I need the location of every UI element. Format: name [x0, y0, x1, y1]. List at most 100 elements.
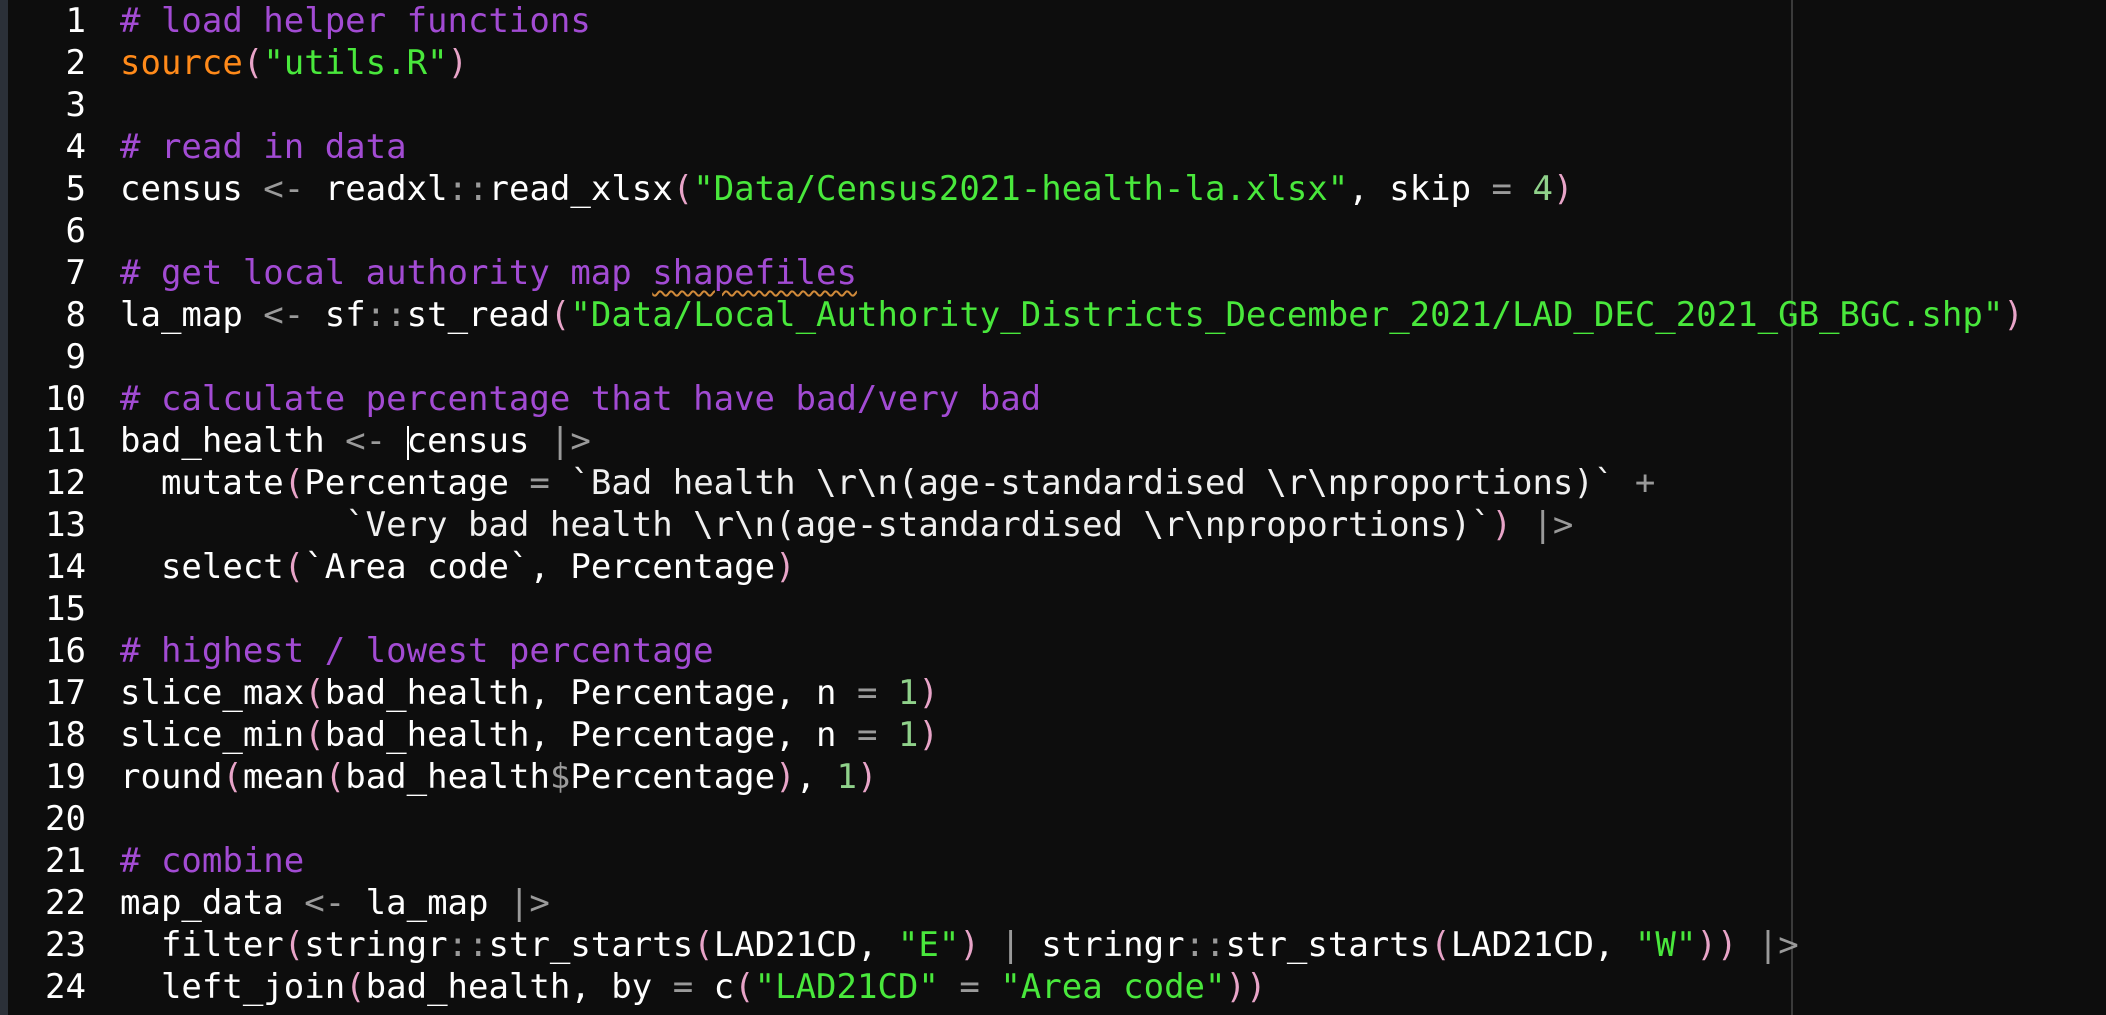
code-line[interactable]: 14 select(`Area code`, Percentage) [0, 546, 2106, 588]
code-text[interactable]: source("utils.R") [120, 42, 468, 84]
pipe-operator: |> [1757, 925, 1799, 965]
paren: ( [283, 463, 305, 503]
plus-operator: + [1634, 463, 1656, 503]
equals-operator: = [672, 967, 694, 1007]
code-text[interactable]: `Very bad health \r\n(age-standardised \… [120, 504, 1573, 546]
identifier: census [406, 421, 550, 461]
function-call: mutate [120, 463, 284, 503]
code-line[interactable]: 3 [0, 84, 2106, 126]
code-text[interactable]: # load helper functions [120, 0, 591, 42]
line-number: 3 [65, 85, 86, 125]
code-line[interactable]: 9 [0, 336, 2106, 378]
paren: ( [734, 967, 755, 1007]
code-editor[interactable]: 1 # load helper functions 2 source("util… [0, 0, 2106, 1015]
code-line[interactable]: 5 census <- readxl::read_xlsx("Data/Cens… [0, 168, 2106, 210]
code-line[interactable]: 21 # combine [0, 840, 2106, 882]
paren: ( [693, 925, 714, 965]
assign-operator: <- [345, 421, 387, 461]
code-text[interactable]: la_map <- sf::st_read("Data/Local_Author… [120, 294, 2024, 336]
identifier: census [120, 169, 264, 209]
pipe-operator: |> [508, 883, 550, 923]
code-text[interactable]: # highest / lowest percentage [120, 630, 714, 672]
number-literal: 1 [897, 715, 919, 755]
code-line[interactable]: 7 # get local authority map shapefiles [0, 252, 2106, 294]
code-line[interactable]: 2 source("utils.R") [0, 42, 2106, 84]
code-line[interactable]: 19 round(mean(bad_health$Percentage), 1) [0, 756, 2106, 798]
code-text[interactable]: # combine [120, 840, 304, 882]
line-number: 16 [45, 631, 86, 671]
code-line[interactable]: 1 # load helper functions [0, 0, 2106, 42]
paren: ( [304, 715, 325, 755]
code-text[interactable]: map_data <- la_map |> [120, 882, 550, 924]
paren: )) [1225, 967, 1267, 1007]
code-text[interactable]: select(`Area code`, Percentage) [120, 546, 796, 588]
string-literal: "Data/Census2021-health-la.xlsx" [693, 169, 1349, 209]
number-literal: 1 [897, 673, 919, 713]
code-line[interactable]: 17 slice_max(bad_health, Percentage, n =… [0, 672, 2106, 714]
code-line[interactable]: 13 `Very bad health \r\n(age-standardise… [0, 504, 2106, 546]
assign-operator: <- [304, 883, 346, 923]
code-line[interactable]: 22 map_data <- la_map |> [0, 882, 2106, 924]
identifier: , [795, 757, 837, 797]
code-text[interactable]: filter(stringr::str_starts(LAD21CD, "E")… [120, 924, 1799, 966]
number-literal: 1 [836, 757, 858, 797]
line-number: 12 [45, 463, 86, 503]
identifier: Percentage [570, 757, 776, 797]
line-number: 5 [65, 169, 86, 209]
comment: # read in data [120, 127, 407, 167]
code-text[interactable]: round(mean(bad_health$Percentage), 1) [120, 756, 878, 798]
function-call: source [120, 43, 243, 83]
function-call: slice_min [120, 715, 305, 755]
paren: ( [222, 757, 243, 797]
equals-operator: = [959, 967, 980, 1007]
code-line[interactable]: 18 slice_min(bad_health, Percentage, n =… [0, 714, 2106, 756]
code-line[interactable]: 4 # read in data [0, 126, 2106, 168]
code-text[interactable]: # get local authority map shapefiles [120, 252, 857, 294]
code-text[interactable]: # calculate percentage that have bad/ver… [120, 378, 1041, 420]
code-text[interactable]: left_join(bad_health, by = c("LAD21CD" =… [120, 966, 1267, 1008]
equals-operator: = [856, 715, 878, 755]
line-number: 19 [45, 757, 86, 797]
code-line[interactable]: 10 # calculate percentage that have bad/… [0, 378, 2106, 420]
code-text[interactable]: # read in data [120, 126, 407, 168]
function-call: slice_max [120, 673, 305, 713]
backtick-name: `Bad health \r\n(age-standardised \r\npr… [549, 463, 1635, 503]
code-line[interactable]: 15 [0, 588, 2106, 630]
identifier: la_map [120, 295, 264, 335]
code-line[interactable]: 6 [0, 210, 2106, 252]
code-text[interactable]: slice_min(bad_health, Percentage, n = 1) [120, 714, 939, 756]
code-line[interactable]: 20 [0, 798, 2106, 840]
function-call: filter [120, 925, 284, 965]
string-literal: "Area code" [1000, 967, 1226, 1007]
paren: ) [918, 673, 939, 713]
code-text[interactable]: mutate(Percentage = `Bad health \r\n(age… [120, 462, 1655, 504]
code-line[interactable]: 23 filter(stringr::str_starts(LAD21CD, "… [0, 924, 2106, 966]
code-line[interactable]: 8 la_map <- sf::st_read("Data/Local_Auth… [0, 294, 2106, 336]
line-number: 2 [65, 43, 86, 83]
code-text[interactable]: census <- readxl::read_xlsx("Data/Census… [120, 168, 1573, 210]
identifier: LAD21CD, [713, 925, 898, 965]
assign-operator: <- [263, 295, 305, 335]
code-line[interactable]: 16 # highest / lowest percentage [0, 630, 2106, 672]
paren: ( [324, 757, 346, 797]
code-line[interactable]: 24 left_join(bad_health, by = c("LAD21CD… [0, 966, 2106, 1008]
paren: ( [1430, 925, 1451, 965]
paren: ) [1553, 169, 1574, 209]
identifier: , skip [1348, 169, 1492, 209]
code-text[interactable]: bad_health <- census |> [120, 420, 591, 462]
identifier: LAD21CD, [1450, 925, 1635, 965]
namespace-operator: :: [447, 169, 489, 209]
function-call: left_join [120, 967, 346, 1007]
string-literal: "Data/Local_Authority_Districts_December… [570, 295, 2004, 335]
string-literal: "utils.R" [263, 43, 448, 83]
code-line[interactable]: 11 bad_health <- census |> [0, 420, 2106, 462]
string-literal: "E" [897, 925, 960, 965]
dollar-operator: $ [549, 757, 571, 797]
pipe-operator: |> [549, 421, 591, 461]
comment: # load helper functions [120, 1, 591, 41]
code-line[interactable]: 12 mutate(Percentage = `Bad health \r\n(… [0, 462, 2106, 504]
number-literal: 4 [1532, 169, 1553, 209]
paren: ) [775, 547, 796, 587]
spellcheck-flagged-word[interactable]: shapefiles [652, 253, 857, 293]
code-text[interactable]: slice_max(bad_health, Percentage, n = 1) [120, 672, 939, 714]
